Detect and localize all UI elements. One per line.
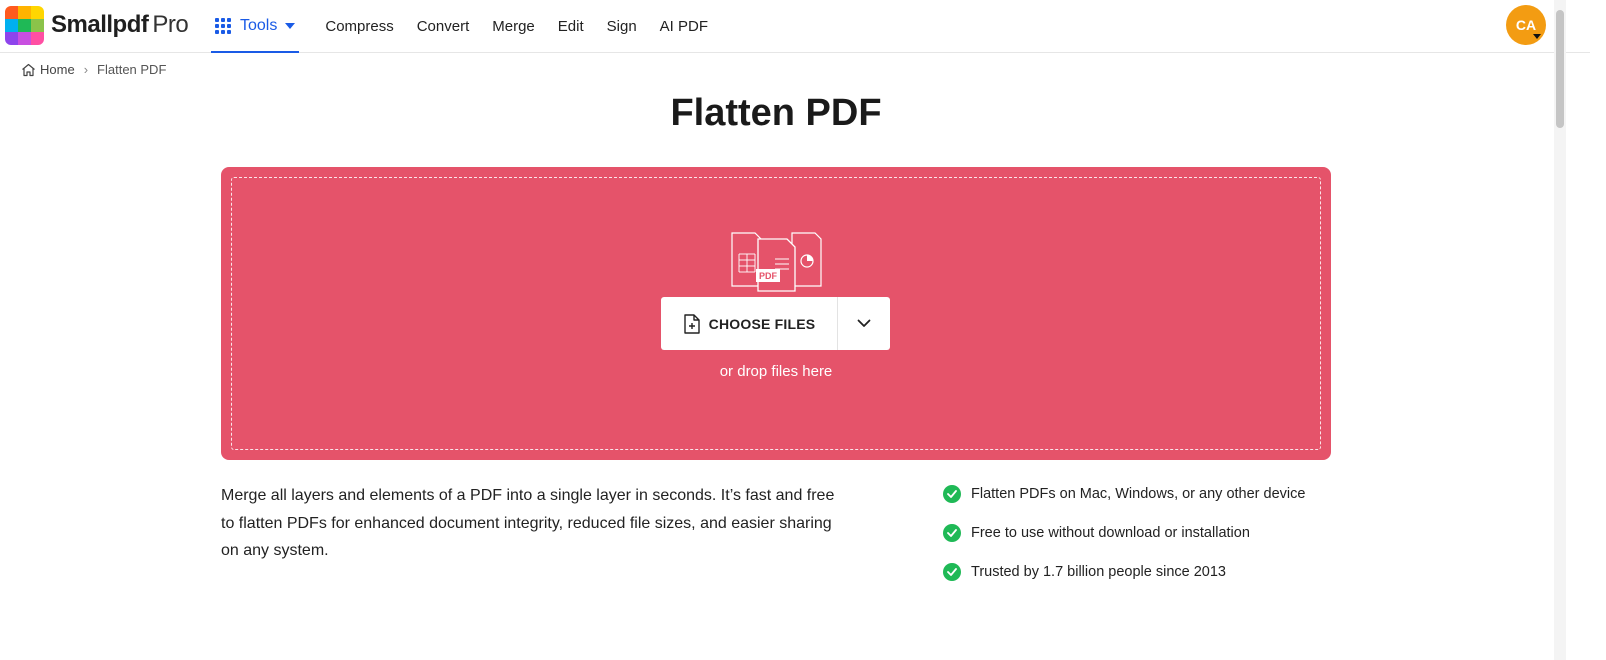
- breadcrumb-current: Flatten PDF: [97, 62, 167, 77]
- choose-source-dropdown-button[interactable]: [838, 297, 890, 350]
- top-navigation: Smallpdf Pro Tools Compress Convert Merge…: [0, 0, 1590, 53]
- file-add-icon: [683, 313, 700, 334]
- drop-files-hint: or drop files here: [719, 363, 833, 380]
- choose-files-label: CHOOSE FILES: [708, 315, 816, 332]
- main-nav: Tools Compress Convert Merge Edit Sign A…: [211, 0, 731, 53]
- breadcrumb-separator: ›: [83, 62, 89, 77]
- feature-text: Free to use without download or installa…: [971, 525, 1250, 541]
- choose-files-group: CHOOSE FILES: [661, 297, 890, 350]
- user-avatar[interactable]: CA: [1506, 5, 1546, 45]
- check-circle-icon: [943, 524, 961, 542]
- svg-text:PDF: PDF: [759, 271, 778, 281]
- check-circle-icon: [943, 485, 961, 503]
- file-stack-illustration-icon: PDF: [731, 232, 822, 292]
- scrollbar-thumb[interactable]: [1556, 10, 1564, 128]
- brand-name: Smallpdf: [51, 11, 149, 38]
- nav-link-edit[interactable]: Edit: [558, 0, 584, 53]
- feature-text: Trusted by 1.7 billion people since 2013: [971, 564, 1226, 580]
- nav-link-convert[interactable]: Convert: [417, 0, 470, 53]
- avatar-caret-icon: [1533, 34, 1541, 39]
- nav-link-merge[interactable]: Merge: [492, 0, 535, 53]
- feature-text: Flatten PDFs on Mac, Windows, or any oth…: [971, 486, 1306, 502]
- breadcrumb-home-link[interactable]: Home: [40, 62, 75, 77]
- feature-item: Free to use without download or installa…: [943, 523, 1305, 543]
- page-scrollbar[interactable]: [1554, 0, 1566, 660]
- file-dropzone[interactable]: PDF CHOOSE FILES or drop files here: [221, 167, 1331, 460]
- tools-label: Tools: [240, 16, 278, 34]
- choose-files-button[interactable]: CHOOSE FILES: [661, 297, 838, 350]
- tool-description: Merge all layers and elements of a PDF i…: [221, 487, 835, 559]
- brand-tier: Pro: [152, 11, 189, 38]
- tools-menu-button[interactable]: Tools: [211, 0, 300, 53]
- page-title: Flatten PDF: [670, 92, 882, 134]
- smallpdf-logo[interactable]: Smallpdf Pro: [5, 5, 189, 45]
- chevron-down-icon: [857, 319, 871, 327]
- logo-mark-icon: [5, 5, 44, 45]
- logo-text: Smallpdf Pro: [51, 11, 189, 39]
- breadcrumb: Home › Flatten PDF: [21, 62, 166, 77]
- caret-down-icon: [285, 22, 296, 29]
- feature-list: Flatten PDFs on Mac, Windows, or any oth…: [943, 484, 1305, 601]
- nav-link-sign[interactable]: Sign: [607, 0, 637, 53]
- check-circle-icon: [943, 563, 961, 581]
- grid-icon: [215, 17, 231, 34]
- nav-link-compress[interactable]: Compress: [325, 0, 393, 53]
- home-icon: [22, 63, 35, 76]
- feature-item: Flatten PDFs on Mac, Windows, or any oth…: [943, 484, 1305, 504]
- feature-item: Trusted by 1.7 billion people since 2013: [943, 562, 1305, 582]
- nav-link-ai-pdf[interactable]: AI PDF: [660, 0, 708, 53]
